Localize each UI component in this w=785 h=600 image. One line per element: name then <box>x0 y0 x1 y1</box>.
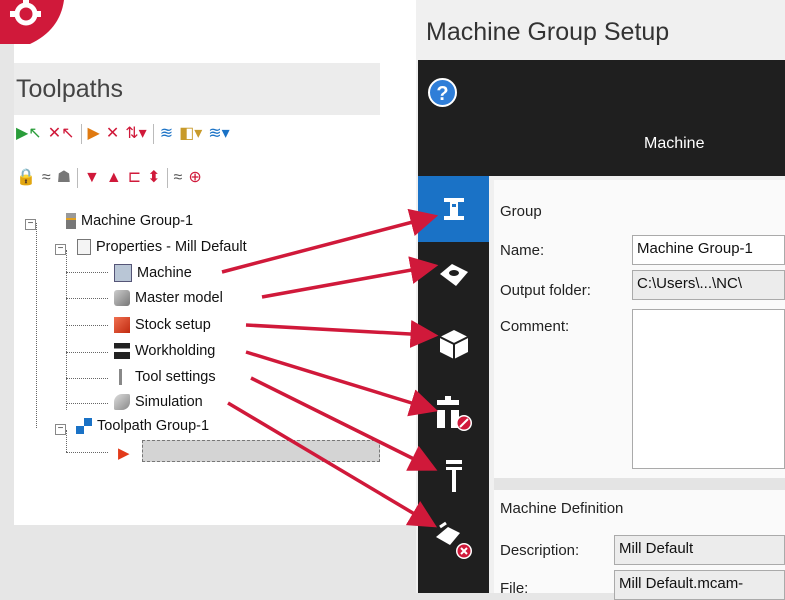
machine-label: Machine <box>137 265 192 281</box>
file-label: File: <box>500 580 529 597</box>
tree-line <box>66 298 108 299</box>
machine-icon <box>114 264 132 282</box>
rail-workholding-button[interactable] <box>418 380 489 446</box>
toolbar-row-1: ▶↖ ✕↖ ▶ ✕ ⇅▾ ≋ ◧▾ ≋▾ <box>16 122 230 146</box>
workholding-label: Workholding <box>135 343 216 359</box>
section-divider <box>494 478 785 490</box>
toolbar-row-2: 🔒 ≈ ☗ ▼ ▲ ⊏ ⬍ ≈ ⊕ <box>16 166 202 190</box>
scroll-to-insert-icon[interactable]: ⬍ <box>147 170 160 186</box>
stock-setup-icon <box>439 330 468 359</box>
toggle-posting-icon[interactable]: ⇅▾ <box>125 126 146 142</box>
simulate-icon[interactable]: ≋▾ <box>208 126 229 142</box>
regenerate-icon[interactable]: ▶ <box>88 126 100 142</box>
verify-icon[interactable]: ◧▾ <box>179 126 202 142</box>
dialog-title: Machine Group Setup <box>426 18 670 46</box>
move-down-icon[interactable]: ▼ <box>84 170 100 186</box>
toolpath-group-icon <box>76 418 92 434</box>
file-input[interactable]: Mill Default.mcam- <box>614 570 785 600</box>
toolbar-separator <box>152 124 154 144</box>
backplot-icon[interactable]: ≋ <box>160 126 173 142</box>
tree-line <box>66 272 108 273</box>
highlight-icon[interactable]: ≈ <box>174 170 183 186</box>
move-up-icon[interactable]: ▲ <box>106 170 122 186</box>
master-model-label: Master model <box>135 290 223 306</box>
machine-group-label: Machine Group-1 <box>81 213 194 229</box>
machine-definition-heading: Machine Definition <box>500 500 624 517</box>
help-icon[interactable]: ? <box>428 78 457 107</box>
properties-label: Properties - Mill Default <box>96 239 247 255</box>
output-folder-label: Output folder: <box>500 282 591 299</box>
description-input[interactable]: Mill Default <box>614 535 785 565</box>
machine-group-icon <box>66 213 76 229</box>
tree-line <box>66 250 67 410</box>
tree-item-stock-setup[interactable]: Stock setup <box>114 317 211 333</box>
comment-label: Comment: <box>500 318 570 335</box>
tree-item-tool-settings[interactable]: Tool settings <box>114 369 216 385</box>
properties-icon <box>77 239 91 255</box>
insert-arrow-icon[interactable]: ⊏ <box>128 170 141 186</box>
tree-item-properties[interactable]: Properties - Mill Default <box>77 239 247 255</box>
regenerate-dirty-icon[interactable]: ✕ <box>106 126 119 142</box>
collapse-machine-group-toggle[interactable]: − <box>25 219 36 230</box>
tool-settings-icon <box>445 460 462 492</box>
select-all-operations-icon[interactable]: ▶↖ <box>16 126 42 142</box>
name-input[interactable]: Machine Group-1 <box>632 235 785 265</box>
rail-simulation-button[interactable] <box>418 506 489 576</box>
toggle-display-icon[interactable]: ≈ <box>42 170 51 186</box>
output-folder-input[interactable]: C:\Users\...\NC\ <box>632 270 785 300</box>
workholding-icon <box>436 396 472 431</box>
unselect-operations-icon[interactable]: ✕↖ <box>48 126 75 142</box>
tree-item-master-model[interactable]: Master model <box>114 290 223 306</box>
tree-item-toolpath-group[interactable]: Toolpath Group-1 <box>62 418 209 434</box>
description-label: Description: <box>500 542 580 559</box>
toolpath-group-label: Toolpath Group-1 <box>97 418 210 434</box>
simulation-icon <box>435 521 472 559</box>
tree-item-simulation[interactable]: Simulation <box>114 394 203 410</box>
toolpaths-title: Toolpaths <box>16 75 124 103</box>
tree-line <box>66 452 108 453</box>
comment-textarea[interactable] <box>632 309 785 469</box>
collapse-properties-toggle[interactable]: − <box>55 244 66 255</box>
stock-setup-label: Stock setup <box>135 317 211 333</box>
ghost-icon[interactable]: ☗ <box>57 170 71 186</box>
machine-icon <box>443 198 464 220</box>
insert-arrow-marker-icon: ▶ <box>118 445 130 462</box>
tab-machine[interactable]: Machine <box>644 135 704 153</box>
dialog-header-bar <box>418 60 785 176</box>
tree-item-machine[interactable]: Machine <box>114 264 192 282</box>
tree-line <box>66 403 108 404</box>
name-label: Name: <box>500 242 545 259</box>
master-model-icon <box>114 290 130 306</box>
tree-line <box>36 223 37 428</box>
group-heading: Group <box>500 203 542 220</box>
rail-machine-button[interactable] <box>418 176 489 242</box>
toolbar-separator <box>166 168 168 188</box>
master-model-icon <box>439 264 468 286</box>
mastercam-logo-icon <box>0 0 64 44</box>
rail-stock-setup-button[interactable] <box>418 308 489 380</box>
lock-icon[interactable]: 🔒 <box>16 170 36 186</box>
simulation-icon <box>114 394 130 410</box>
insert-position-field[interactable] <box>142 440 380 462</box>
tree-line <box>66 325 108 326</box>
toolbar-separator <box>80 124 82 144</box>
tool-settings-icon <box>114 369 130 385</box>
workholding-icon <box>114 343 130 359</box>
simulation-label: Simulation <box>135 394 203 410</box>
tree-item-machine-group[interactable]: Machine Group-1 <box>62 213 193 229</box>
stock-setup-icon <box>114 317 130 333</box>
tree-line <box>66 352 108 353</box>
toggle-view-icon[interactable]: ⊕ <box>188 170 201 186</box>
tree-item-workholding[interactable]: Workholding <box>114 343 215 359</box>
rail-tool-settings-button[interactable] <box>418 446 489 506</box>
rail-master-model-button[interactable] <box>418 242 489 308</box>
toolbar-separator <box>77 168 79 188</box>
tool-settings-label: Tool settings <box>135 369 216 385</box>
tree-line <box>66 378 108 379</box>
